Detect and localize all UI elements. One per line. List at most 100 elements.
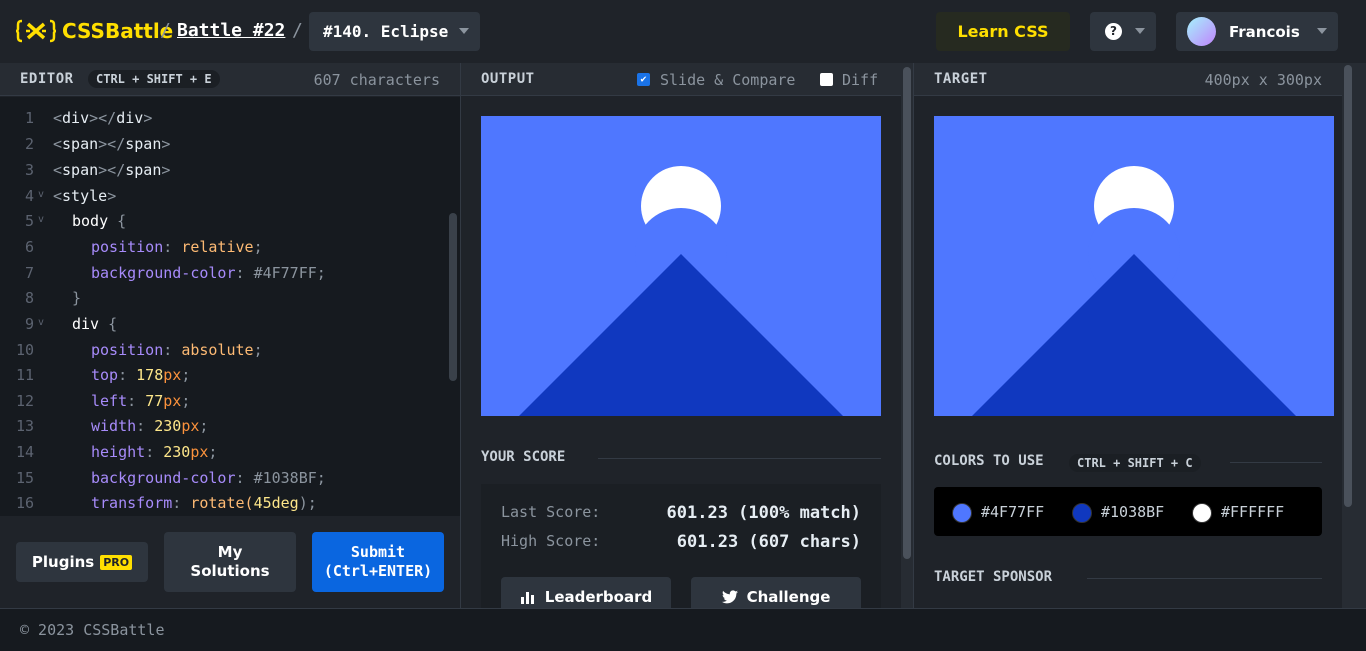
code-line[interactable]: 12 left: 77px; [0, 392, 450, 418]
user-menu-button[interactable]: Francois [1176, 12, 1338, 51]
target-select[interactable]: #140. Eclipse [309, 12, 480, 51]
color-swatch[interactable] [1192, 503, 1212, 523]
code-line[interactable]: 10 position: absolute; [0, 341, 450, 367]
code-line[interactable]: 8} [0, 289, 450, 315]
line-number: 16 [15, 494, 34, 512]
line-number: 1 [24, 109, 34, 127]
output-canvas[interactable] [481, 116, 881, 416]
code-line[interactable]: 9 v div { [0, 315, 450, 341]
chevron-down-icon [459, 28, 469, 34]
battle-link[interactable]: Battle #22 [177, 20, 285, 41]
your-score-title: YOUR SCORE [481, 449, 566, 465]
code-line[interactable]: 15 background-color: #1038BF; [0, 469, 450, 495]
high-score-label: High Score: [501, 532, 601, 550]
app-header: CSSBattle / Battle #22 / #140. Eclipse L… [0, 0, 1366, 63]
line-number: 4 [24, 187, 34, 205]
code-line[interactable]: 4 v <style> [0, 187, 450, 213]
user-name: Francois [1229, 23, 1300, 41]
code-text: background-color: #1038BF; [91, 469, 326, 487]
help-menu-button[interactable]: ? [1090, 12, 1156, 51]
color-code[interactable]: #4F77FF [981, 503, 1044, 521]
target-dimensions: 400px x 300px [1204, 71, 1322, 89]
code-line[interactable]: 6 position: relative; [0, 238, 450, 264]
code-text: body { [72, 212, 127, 230]
color-swatch[interactable] [952, 503, 972, 523]
code-text: div { [72, 315, 118, 333]
code-editor[interactable]: 1 <div></div> 2 <span></span> 3 <span></span>… [0, 97, 460, 516]
bar-chart-icon [520, 592, 534, 604]
code-line[interactable]: 11 top: 178px; [0, 366, 450, 392]
target-canvas [934, 116, 1334, 416]
help-icon: ? [1105, 23, 1122, 40]
editor-title: EDITOR [20, 71, 74, 87]
code-line[interactable]: 13 width: 230px; [0, 417, 450, 443]
submit-button[interactable]: Submit (Ctrl+ENTER) [312, 532, 444, 592]
scrollbar-thumb[interactable] [903, 67, 911, 559]
diff-checkbox[interactable] [820, 73, 833, 86]
code-line[interactable]: 16 transform: rotate(45deg); [0, 494, 450, 516]
line-number: 3 [24, 161, 34, 179]
chevron-down-icon [1317, 28, 1327, 34]
twitter-icon [721, 590, 738, 604]
target-select-value: #140. Eclipse [323, 22, 449, 41]
code-text: transform: rotate(45deg); [91, 494, 317, 512]
line-number: 15 [15, 469, 34, 487]
code-text: <style> [53, 187, 117, 205]
code-line[interactable]: 1 <div></div> [0, 109, 450, 135]
copyright-text: © 2023 CSSBattle [20, 621, 165, 639]
slide-compare-label[interactable]: Slide & Compare [660, 71, 795, 89]
output-header: OUTPUT ✔ Slide & Compare Diff [461, 63, 901, 96]
line-number: 2 [24, 135, 34, 153]
color-code[interactable]: #FFFFFF [1221, 503, 1284, 521]
code-line[interactable]: 14 height: 230px; [0, 443, 450, 469]
diff-label[interactable]: Diff [842, 71, 878, 89]
editor-footer: Plugins PRO My Solutions Submit (Ctrl+EN… [0, 516, 460, 608]
output-render [519, 166, 843, 416]
code-text: } [72, 289, 82, 307]
score-panel: Last Score: 601.23 (100% match) High Sco… [481, 484, 881, 617]
pro-badge: PRO [100, 554, 133, 570]
output-scrollbar[interactable] [901, 63, 913, 608]
code-line[interactable]: 2 <span></span> [0, 135, 450, 161]
fold-chevron-icon[interactable]: v [38, 214, 44, 225]
code-text: left: 77px; [91, 392, 191, 410]
code-text: height: 230px; [91, 443, 218, 461]
code-line[interactable]: 3 <span></span> [0, 161, 450, 187]
editor-scrollbar[interactable] [449, 213, 457, 381]
code-line[interactable]: 5 v body { [0, 212, 450, 238]
editor-header: EDITOR CTRL + SHIFT + E 607 characters [0, 63, 460, 96]
learn-css-button[interactable]: Learn CSS [936, 12, 1070, 51]
fold-chevron-icon[interactable]: v [38, 317, 44, 328]
logo-text: CSSBattle [62, 19, 174, 43]
page-footer: © 2023 CSSBattle [0, 608, 1366, 651]
divider [1230, 462, 1322, 463]
line-number: 5 [24, 212, 34, 230]
color-code[interactable]: #1038BF [1101, 503, 1164, 521]
line-number: 7 [24, 264, 34, 282]
slide-compare-checkbox[interactable]: ✔ [637, 73, 650, 86]
code-text: <span></span> [53, 161, 171, 179]
cssbattle-logo[interactable]: CSSBattle [16, 19, 173, 43]
code-text: background-color: #4F77FF; [91, 264, 326, 282]
colors-shortcut-badge: CTRL + SHIFT + C [1069, 454, 1201, 472]
output-title: OUTPUT [481, 71, 535, 87]
line-number: 9 [24, 315, 34, 333]
pane-divider [460, 63, 461, 608]
scrollbar-thumb[interactable] [1344, 65, 1352, 507]
code-text: <span></span> [53, 135, 171, 153]
editor-shortcut-badge: CTRL + SHIFT + E [88, 70, 220, 88]
code-line[interactable]: 7 background-color: #4F77FF; [0, 264, 450, 290]
my-solutions-button[interactable]: My Solutions [164, 532, 296, 592]
chevron-down-icon [1135, 28, 1145, 34]
character-count: 607 characters [313, 71, 440, 89]
line-number: 12 [15, 392, 34, 410]
code-text: <div></div> [53, 109, 153, 127]
line-number: 10 [15, 341, 34, 359]
avatar [1187, 17, 1216, 46]
color-swatch[interactable] [1072, 503, 1092, 523]
target-scrollbar[interactable] [1342, 63, 1366, 608]
fold-chevron-icon[interactable]: v [38, 189, 44, 200]
divider [598, 458, 881, 459]
last-score-label: Last Score: [501, 503, 601, 521]
plugins-button[interactable]: Plugins PRO [16, 542, 148, 582]
